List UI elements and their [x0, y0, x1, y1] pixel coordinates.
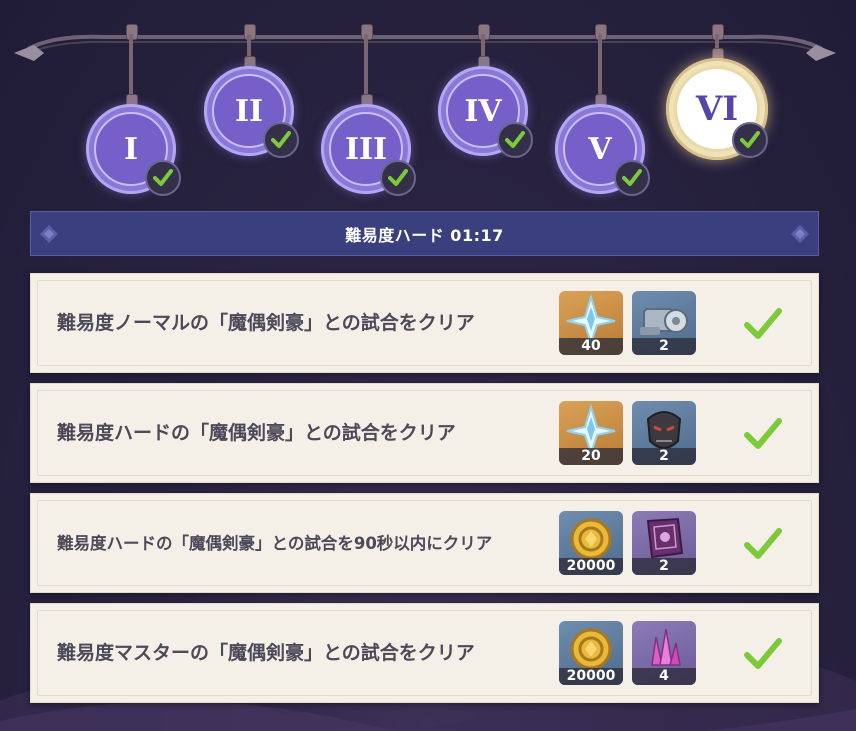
reward-samurai-mask[interactable]: 2	[632, 401, 696, 465]
diamond-ornament-icon	[40, 225, 58, 243]
reward-talent-book[interactable]: 2	[632, 511, 696, 575]
stage-complete-check-icon	[263, 122, 299, 158]
challenge-complete-check-icon	[744, 528, 782, 559]
stage-3[interactable]: III	[320, 24, 420, 196]
reward-primogem[interactable]: 40	[559, 291, 623, 355]
reward-quantity: 2	[632, 558, 696, 575]
reward-quantity: 40	[559, 338, 623, 355]
reward-mechanical-part[interactable]: 2	[632, 291, 696, 355]
reward-quantity: 20000	[559, 668, 623, 685]
challenge-row: 難易度ハードの「魔偶剣豪」との試合をクリア 20 2	[30, 383, 819, 483]
reward-crystal[interactable]: 4	[632, 621, 696, 685]
stage-1[interactable]: I	[85, 24, 185, 196]
challenge-row: 難易度マスターの「魔偶剣豪」との試合をクリア 20000 4	[30, 603, 819, 703]
stage-complete-check-icon	[614, 160, 650, 196]
reward-primogem[interactable]: 20	[559, 401, 623, 465]
diamond-ornament-icon	[791, 225, 809, 243]
stage-4[interactable]: IV	[437, 24, 537, 164]
challenge-complete-check-icon	[744, 638, 782, 669]
stage-complete-check-icon	[732, 122, 768, 158]
stage-complete-check-icon	[497, 122, 533, 158]
challenge-description: 難易度ハードの「魔偶剣豪」との試合をクリア	[57, 421, 456, 444]
stage-2[interactable]: II	[203, 24, 303, 164]
challenge-complete-check-icon	[744, 418, 782, 449]
reward-quantity: 4	[632, 668, 696, 685]
stage-6-selected[interactable]: VI	[666, 24, 776, 174]
reward-quantity: 20	[559, 448, 623, 465]
reward-quantity: 20000	[559, 558, 623, 575]
challenge-complete-check-icon	[744, 308, 782, 339]
challenge-description: 難易度ノーマルの「魔偶剣豪」との試合をクリア	[57, 311, 475, 334]
stage-complete-check-icon	[145, 160, 181, 196]
reward-mora[interactable]: 20000	[559, 621, 623, 685]
reward-quantity: 2	[632, 338, 696, 355]
stage-5[interactable]: V	[554, 24, 654, 196]
reward-quantity: 2	[632, 448, 696, 465]
challenge-row: 難易度ノーマルの「魔偶剣豪」との試合をクリア 40 2	[30, 273, 819, 373]
challenge-description: 難易度ハードの「魔偶剣豪」との試合を90秒以内にクリア	[57, 533, 493, 553]
challenge-description: 難易度マスターの「魔偶剣豪」との試合をクリア	[57, 641, 475, 664]
stage-complete-check-icon	[380, 160, 416, 196]
difficulty-timer-header: 難易度ハード 01:17	[30, 211, 819, 256]
challenge-row: 難易度ハードの「魔偶剣豪」との試合を90秒以内にクリア 20000 2	[30, 493, 819, 593]
header-title: 難易度ハード 01:17	[345, 225, 504, 245]
reward-mora[interactable]: 20000	[559, 511, 623, 575]
